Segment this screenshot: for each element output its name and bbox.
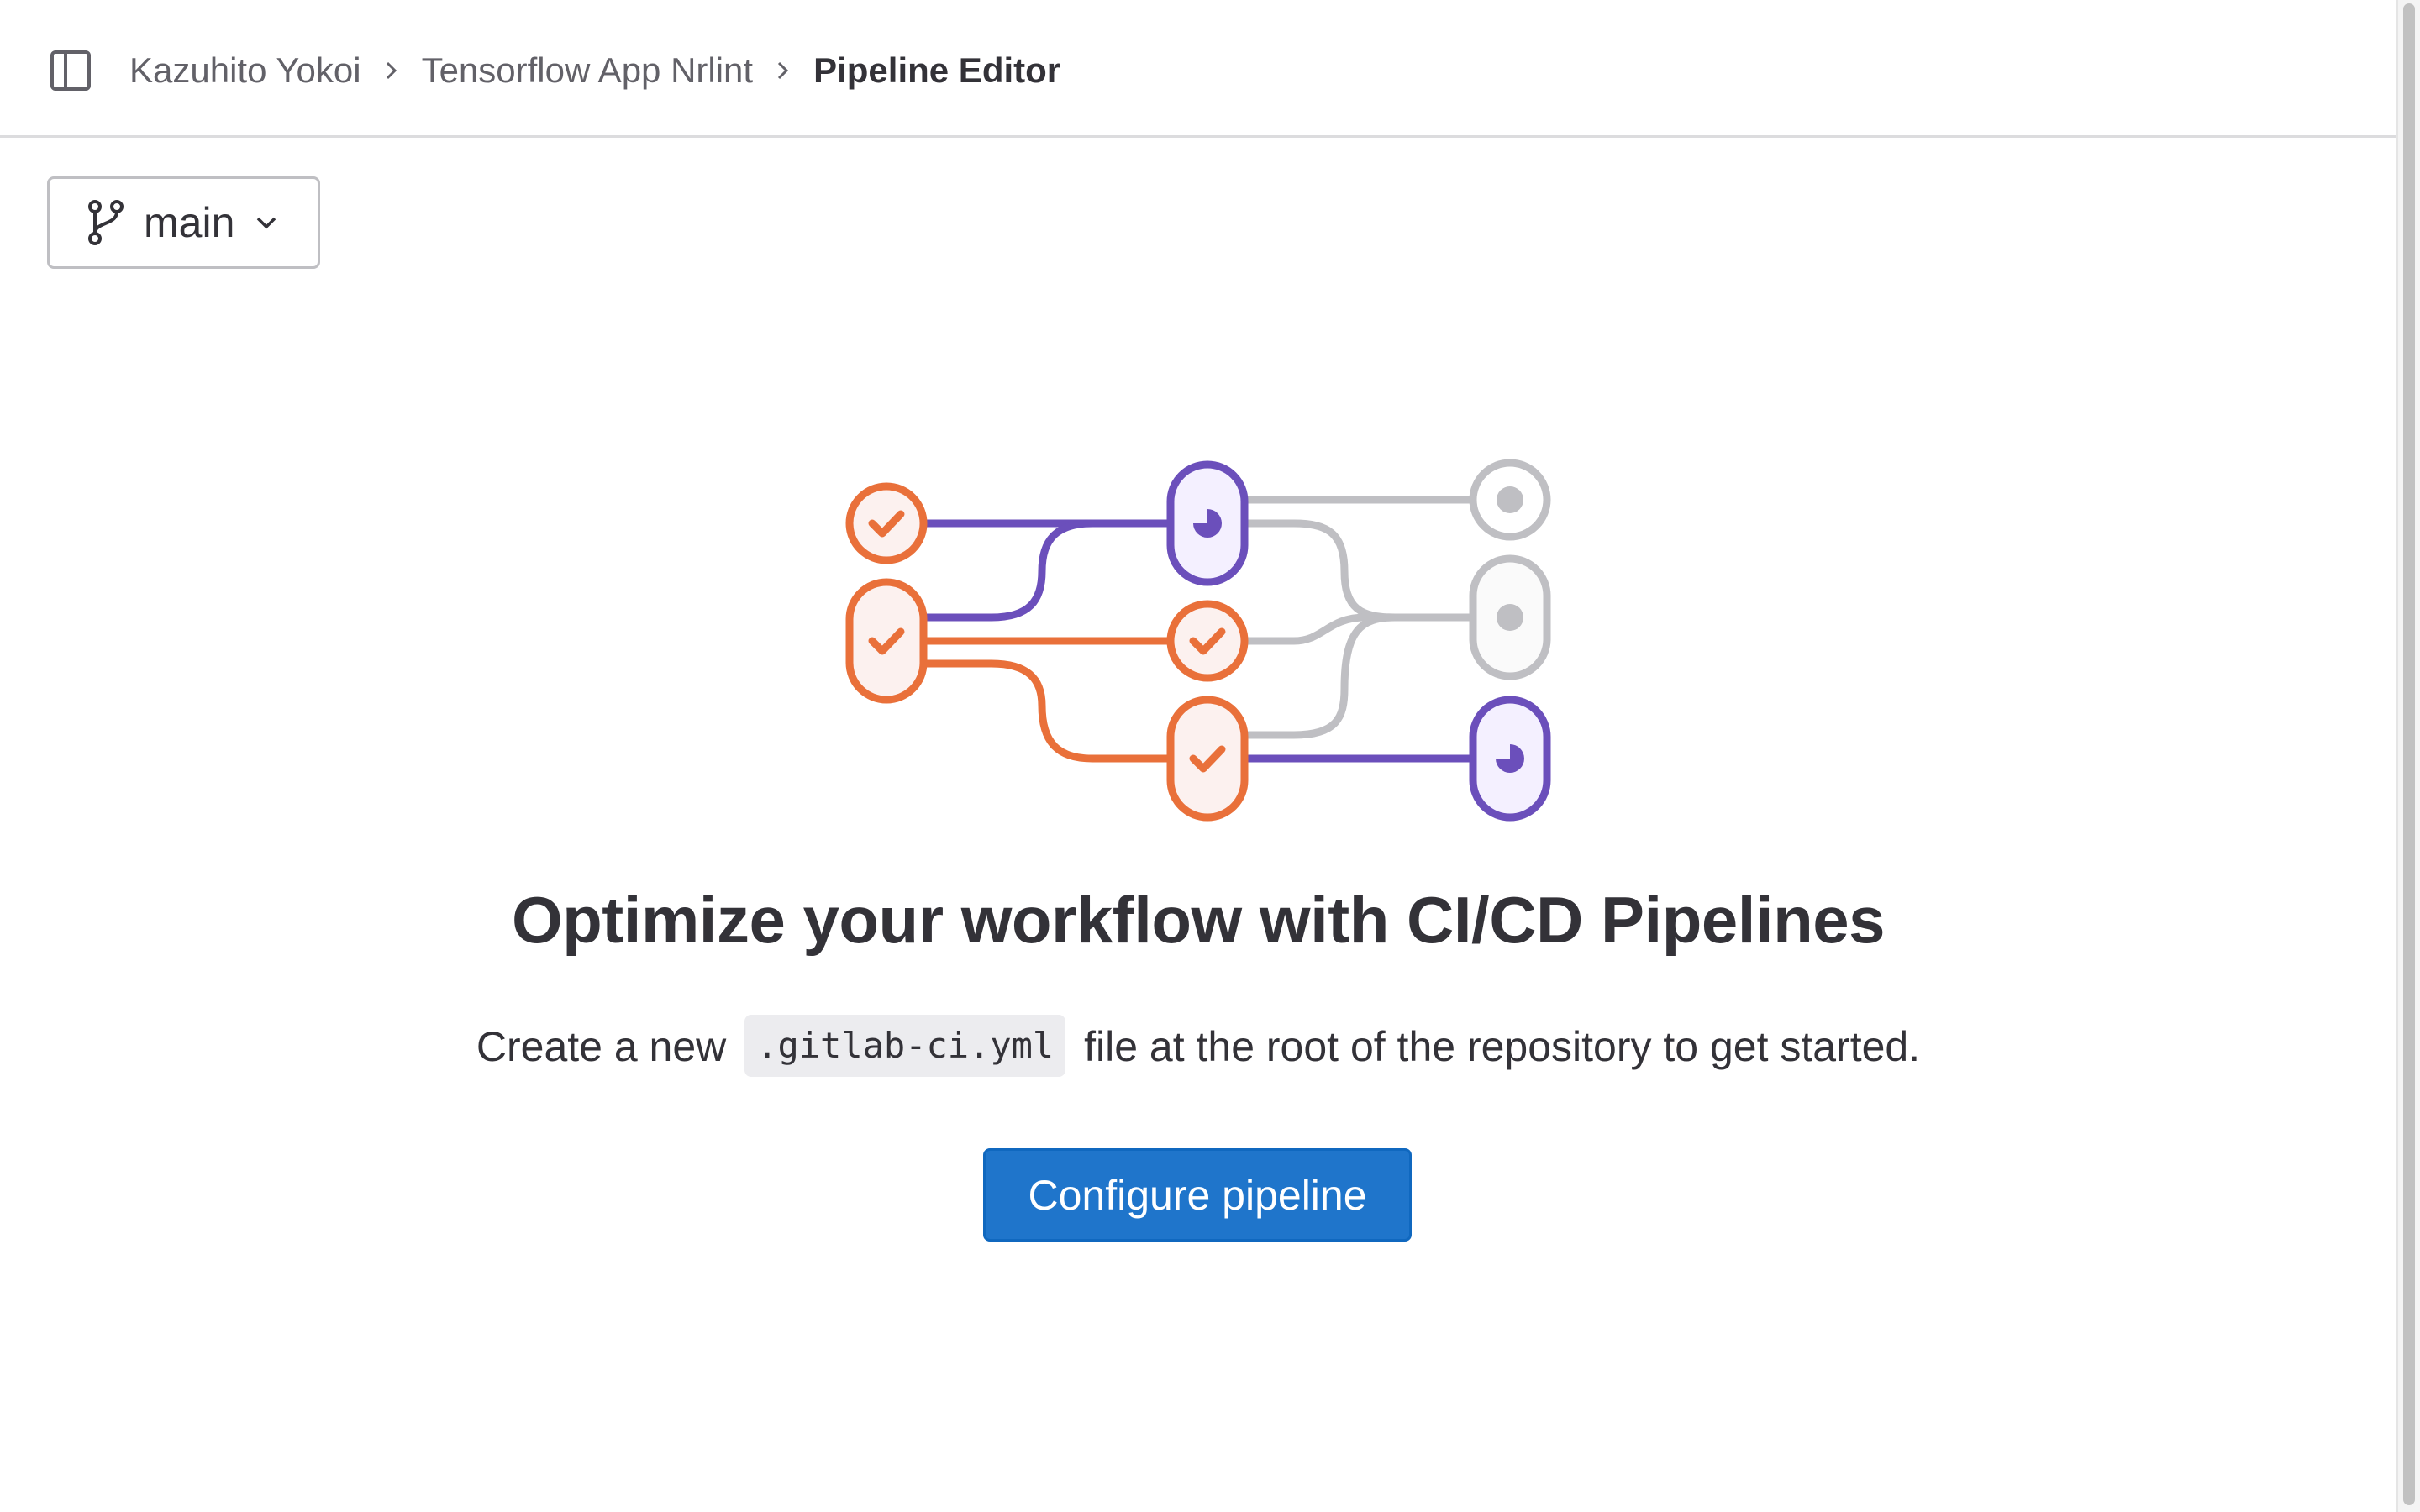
empty-state-description: Create a new .gitlab-ci.yml file at the … — [0, 1015, 2396, 1079]
file-name-code: .gitlab-ci.yml — [744, 1015, 1066, 1077]
job-success-icon — [1166, 600, 1249, 682]
sidebar-toggle-button[interactable] — [49, 49, 92, 92]
branch-selector-label: main — [144, 199, 235, 246]
job-pending-icon — [1469, 459, 1551, 541]
chevron-right-icon — [753, 47, 813, 94]
breadcrumb-item-project[interactable]: Tensorflow App Nrlint — [422, 50, 754, 91]
job-running-icon — [1469, 696, 1551, 822]
job-success-icon — [845, 578, 928, 704]
breadcrumb-item-user[interactable]: Kazuhito Yokoi — [129, 50, 361, 91]
empty-state-title: Optimize your workflow with CI/CD Pipeli… — [511, 883, 1886, 957]
job-pending-icon — [1469, 554, 1551, 680]
description-text-before: Create a new — [476, 1023, 727, 1070]
description-text-after: file at the root of the repository to ge… — [1084, 1023, 1921, 1070]
breadcrumb-item-current[interactable]: Pipeline Editor — [813, 50, 1060, 91]
pipeline-illustration — [845, 459, 1551, 822]
job-running-icon — [1166, 460, 1249, 586]
pipeline-editor-page: Kazuhito Yokoi Tensorflow App Nrlint Pip… — [0, 0, 2420, 1512]
top-bar: Kazuhito Yokoi Tensorflow App Nrlint Pip… — [0, 0, 2396, 138]
branch-icon — [88, 200, 124, 245]
job-success-icon — [1166, 696, 1249, 822]
scrollbar-thumb[interactable] — [2403, 3, 2415, 1505]
branch-selector-dropdown[interactable]: main — [47, 176, 320, 269]
job-success-icon — [845, 482, 928, 564]
breadcrumb: Kazuhito Yokoi Tensorflow App Nrlint Pip… — [129, 47, 1060, 94]
chevron-down-icon — [257, 217, 276, 229]
configure-pipeline-button[interactable]: Configure pipeline — [983, 1148, 1412, 1242]
sidebar-toggle-icon — [50, 50, 91, 91]
chevron-right-icon — [361, 47, 422, 94]
vertical-scrollbar[interactable] — [2396, 0, 2420, 1512]
